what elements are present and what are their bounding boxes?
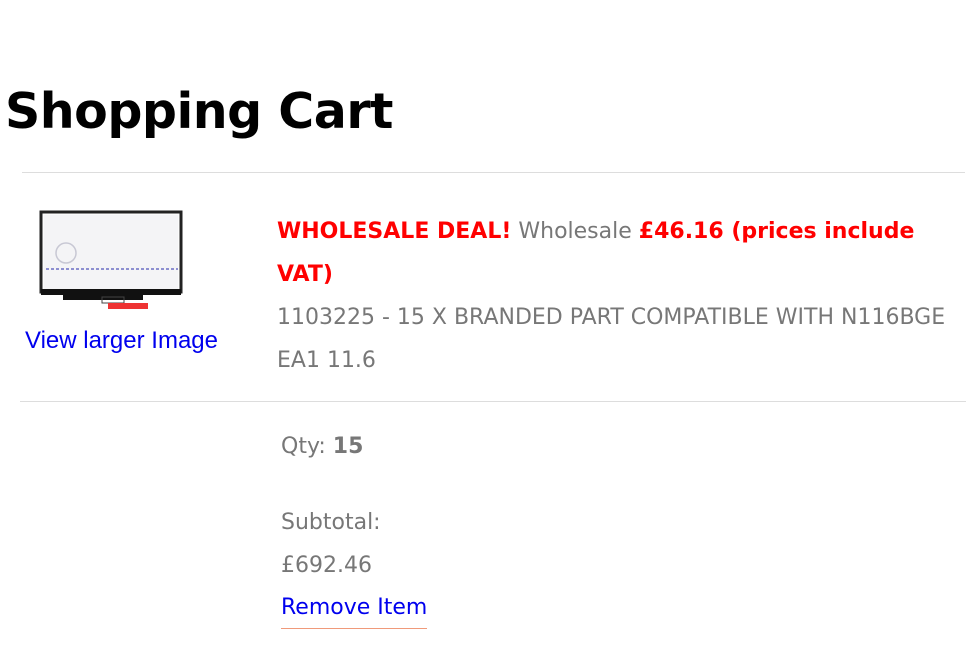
quantity-value: 15: [332, 434, 364, 459]
product-thumbnail[interactable]: [38, 209, 184, 313]
subtotal-label: Subtotal:: [281, 510, 381, 535]
view-larger-image-link[interactable]: View larger Image: [25, 324, 218, 358]
quantity: Qty: 15: [281, 425, 363, 468]
divider: [20, 401, 966, 402]
divider: [22, 172, 965, 173]
wholesale-label: Wholesale: [518, 219, 632, 244]
product-description: WHOLESALE DEAL! Wholesale £46.16 (prices…: [277, 210, 957, 382]
quantity-label: Qty:: [281, 434, 326, 459]
subtotal-value: £692.46: [281, 553, 372, 578]
page-title: Shopping Cart: [5, 83, 393, 140]
remove-item-link[interactable]: Remove Item: [281, 588, 428, 629]
wholesale-deal-badge: WHOLESALE DEAL!: [277, 219, 512, 244]
product-name: 1103225 - 15 X BRANDED PART COMPATIBLE W…: [277, 305, 946, 373]
